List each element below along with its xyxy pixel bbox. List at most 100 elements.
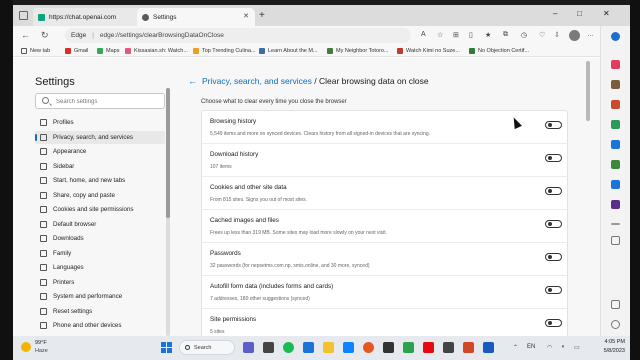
- tab-settings[interactable]: Settings ✕: [137, 8, 255, 26]
- favorite-totoro[interactable]: My Neighbor Totoro...: [327, 46, 388, 56]
- read-aloud-icon[interactable]: A: [421, 31, 426, 38]
- breadcrumb-link[interactable]: Privacy, search, and services: [202, 76, 312, 86]
- teams-icon[interactable]: [611, 200, 620, 209]
- taskbar-search[interactable]: Search: [179, 340, 235, 355]
- profile-avatar[interactable]: [569, 30, 580, 41]
- option-toggle[interactable]: [545, 286, 562, 294]
- refresh-button[interactable]: ↻: [41, 30, 49, 41]
- browser-essentials-icon[interactable]: ♡: [539, 31, 545, 39]
- bookmark-icon: [327, 48, 333, 54]
- back-arrow-icon[interactable]: ←: [188, 76, 197, 86]
- sidebar-item-cookies-and-site-permissions[interactable]: Cookies and site permissions: [35, 203, 165, 216]
- minimize-button[interactable]: –: [553, 9, 557, 18]
- favorite-noc[interactable]: No Objection Certif...: [469, 46, 529, 56]
- sidebar-item-sidebar[interactable]: Sidebar: [35, 160, 165, 173]
- back-button[interactable]: ←: [21, 30, 30, 40]
- edge-taskbar-icon[interactable]: [303, 342, 314, 353]
- drop-icon[interactable]: [611, 160, 620, 169]
- more-options-icon[interactable]: …: [587, 31, 594, 38]
- close-tab-icon[interactable]: ✕: [243, 12, 249, 20]
- history-icon[interactable]: ◷: [521, 31, 527, 39]
- collections-icon[interactable]: ⧉: [503, 31, 508, 39]
- show-hidden-icons[interactable]: ⌃: [513, 344, 518, 351]
- settings-gear-icon[interactable]: [611, 320, 620, 329]
- sidebar-item-privacy-search-and-services[interactable]: Privacy, search, and services: [35, 130, 165, 144]
- favorites-icon[interactable]: ★: [485, 31, 491, 39]
- sidebar-item-label: Family: [53, 249, 72, 257]
- favorite-kimi-no-suzume[interactable]: Watch Kimi no Suze...: [397, 46, 460, 56]
- hide-sidebar-icon[interactable]: [611, 300, 620, 309]
- sidebar-item-downloads[interactable]: Downloads: [35, 232, 165, 245]
- tab-chatgpt[interactable]: https://chat.openai.com ✕: [33, 8, 150, 26]
- option-toggle[interactable]: [545, 253, 562, 261]
- close-window-button[interactable]: ✕: [603, 9, 610, 18]
- volume-icon[interactable]: ◖: [561, 344, 565, 350]
- file-explorer-icon[interactable]: [323, 342, 334, 353]
- search-input[interactable]: [56, 96, 156, 107]
- shopping-icon[interactable]: [611, 60, 620, 69]
- microsoft-365-icon[interactable]: [611, 120, 620, 129]
- sidebar-item-languages[interactable]: Languages: [35, 261, 165, 274]
- store-icon[interactable]: [343, 342, 354, 353]
- battery-icon[interactable]: ▭: [574, 344, 580, 351]
- sidebar-item-share-copy-and-paste[interactable]: Share, copy and paste: [35, 189, 165, 202]
- favorite-kissasian[interactable]: Kissasian.sh: Watch...: [125, 46, 188, 56]
- option-toggle[interactable]: [545, 121, 562, 129]
- sidebar-item-family[interactable]: Family: [35, 247, 165, 260]
- favorite-maps[interactable]: Maps: [97, 46, 119, 56]
- wifi-icon[interactable]: ◠: [547, 344, 552, 351]
- main-scrollbar[interactable]: [586, 58, 591, 338]
- firefox-icon[interactable]: [363, 342, 374, 353]
- sidebar-item-phone-and-other-devices[interactable]: Phone and other devices: [35, 319, 165, 332]
- split-screen-icon[interactable]: ▯: [469, 31, 473, 39]
- spotify-icon[interactable]: [283, 342, 294, 353]
- add-icon[interactable]: [611, 236, 620, 245]
- sidebar-item-system-and-performance[interactable]: System and performance: [35, 290, 165, 303]
- copilot-icon[interactable]: [611, 32, 620, 41]
- word-icon[interactable]: [483, 342, 494, 353]
- extensions-icon[interactable]: ⊞: [453, 31, 459, 39]
- sidebar-scrollbar-thumb[interactable]: [166, 88, 170, 218]
- option-toggle[interactable]: [545, 154, 562, 162]
- favorite-new-tab[interactable]: New tab: [21, 46, 50, 56]
- option-toggle[interactable]: [545, 220, 562, 228]
- designer-icon[interactable]: [611, 180, 620, 189]
- favorite-gmail[interactable]: Gmail: [65, 46, 88, 56]
- option-toggle[interactable]: [545, 187, 562, 195]
- sidebar-item-reset-settings[interactable]: Reset settings: [35, 305, 165, 318]
- favorite-learn-about[interactable]: Learn About the M...: [259, 46, 318, 56]
- address-bar[interactable]: Edge | edge://settings/clearBrowsingData…: [65, 28, 411, 43]
- outlook-icon[interactable]: [611, 140, 620, 149]
- maximize-button[interactable]: □: [577, 9, 582, 18]
- favorite-trending-culinary[interactable]: Top Trending Culina...: [193, 46, 256, 56]
- start-button[interactable]: [161, 342, 172, 353]
- app-icon[interactable]: [443, 342, 454, 353]
- tools-icon[interactable]: [611, 80, 620, 89]
- sidebar-item-start-home-and-new-tabs[interactable]: Start, home, and new tabs: [35, 174, 165, 187]
- download-icon: [40, 235, 47, 242]
- new-tab-button[interactable]: +: [259, 10, 265, 21]
- main-scrollbar-thumb[interactable]: [586, 61, 590, 121]
- downloads-icon[interactable]: ⇩: [554, 31, 560, 39]
- favorite-star-icon[interactable]: ☆: [437, 31, 443, 39]
- section-subtitle: Choose what to clear every time you clos…: [201, 99, 347, 105]
- sidebar-item-appearance[interactable]: Appearance: [35, 145, 165, 158]
- netflix-icon[interactable]: [423, 342, 434, 353]
- sidebar-item-profiles[interactable]: Profiles: [35, 116, 165, 129]
- sidebar-item-label: Phone and other devices: [53, 322, 122, 329]
- weather-widget[interactable]: 99°F Haze: [21, 339, 71, 357]
- teams-chat-icon[interactable]: [243, 342, 254, 353]
- option-toggle[interactable]: [545, 319, 562, 327]
- terminal-icon[interactable]: [383, 342, 394, 353]
- language-icon[interactable]: EN: [527, 344, 535, 350]
- sidebar-scrollbar[interactable]: [166, 88, 170, 336]
- tab-actions-icon[interactable]: [19, 11, 28, 20]
- games-icon[interactable]: [611, 100, 620, 109]
- clock[interactable]: 4:05 PM 5/8/2023: [589, 338, 625, 356]
- search-box[interactable]: [35, 93, 165, 109]
- powerpoint-icon[interactable]: [463, 342, 474, 353]
- sidebar-item-default-browser[interactable]: Default browser: [35, 218, 165, 231]
- app-icon[interactable]: [403, 342, 414, 353]
- task-view-icon[interactable]: [263, 342, 274, 353]
- sidebar-item-printers[interactable]: Printers: [35, 276, 165, 289]
